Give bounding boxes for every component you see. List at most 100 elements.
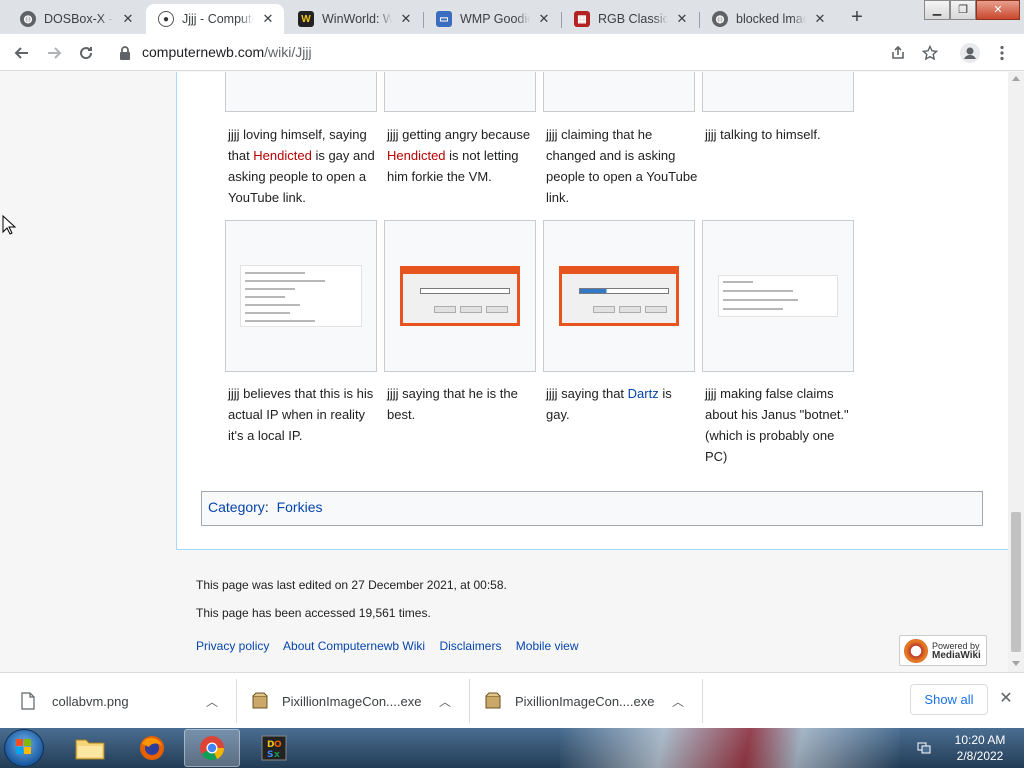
- scrollbar-thumb[interactable]: [1011, 512, 1021, 652]
- close-icon[interactable]: ✕: [120, 11, 136, 27]
- taskbar-dosbox[interactable]: DOSx: [246, 729, 302, 767]
- privacy-policy-link[interactable]: Privacy policy: [196, 639, 269, 653]
- chevron-up-icon[interactable]: ︿: [205, 693, 219, 709]
- maximize-button[interactable]: ❐: [950, 0, 976, 20]
- tab-title: DOSBox-X - A: [44, 12, 114, 26]
- footer-links: Privacy policy About Computernewb Wiki D…: [196, 639, 590, 653]
- taskbar-chrome[interactable]: [184, 729, 240, 767]
- dartz-link[interactable]: Dartz: [628, 386, 659, 401]
- download-filename: PixillionImageCon....exe: [282, 693, 422, 709]
- close-icon[interactable]: ✕: [536, 11, 552, 27]
- close-icon[interactable]: ✕: [812, 11, 828, 27]
- close-icon[interactable]: ✕: [398, 11, 414, 27]
- gallery-thumb-box[interactable]: [225, 220, 377, 372]
- start-button[interactable]: [4, 729, 44, 767]
- gallery-thumb-box[interactable]: [543, 220, 695, 372]
- network-icon[interactable]: [916, 740, 932, 756]
- scroll-up-arrow-icon[interactable]: [1012, 76, 1020, 81]
- taskbar-firefox[interactable]: [124, 729, 180, 767]
- bookmark-button[interactable]: [916, 39, 944, 67]
- gallery-caption: jjjj saying that he is the best.: [387, 386, 518, 422]
- download-item[interactable]: collabvm.png ︿: [20, 673, 230, 729]
- mouse-cursor-icon: [2, 215, 16, 235]
- close-icon[interactable]: ✕: [260, 11, 276, 27]
- gallery-thumb-box[interactable]: [702, 220, 854, 372]
- forward-button[interactable]: [40, 39, 68, 67]
- gallery-thumb-box[interactable]: [702, 72, 854, 112]
- close-download-bar-icon[interactable]: ✕: [996, 689, 1016, 709]
- category-forkies-link[interactable]: Forkies: [277, 499, 323, 515]
- download-item[interactable]: PixillionImageCon....exe ︿: [485, 673, 695, 729]
- show-all-downloads-button[interactable]: Show all: [910, 684, 988, 715]
- category-colon: :: [264, 499, 273, 515]
- gallery-caption: jjjj saying that Dartz is gay.: [546, 386, 672, 422]
- powered-by-mediawiki-badge[interactable]: Powered by MediaWiki: [899, 635, 987, 666]
- clock-date: 2/8/2022: [956, 749, 1004, 763]
- disclaimers-link[interactable]: Disclaimers: [439, 639, 501, 653]
- category-box: Category: Forkies: [201, 491, 983, 526]
- url-path: /wiki/Jjjj: [264, 44, 312, 60]
- category-label-link[interactable]: Category: [208, 499, 265, 515]
- winworld-icon: W: [298, 11, 314, 27]
- tab-strip: ◍ DOSBox-X - A ✕ ● Jjjj - Compute ✕ W Wi…: [0, 0, 1024, 34]
- tab-jjjj[interactable]: ● Jjjj - Compute ✕: [146, 4, 284, 34]
- tab-title: WMP Goodies: [460, 12, 530, 26]
- chat-screenshot-thumbnail: [240, 265, 362, 327]
- content-area: jjjj loving himself, saying that Hendict…: [176, 72, 1008, 550]
- tab-winworld[interactable]: W WinWorld: Wi ✕: [286, 4, 422, 34]
- hendicted-link[interactable]: Hendicted: [387, 148, 446, 163]
- tab-rgb[interactable]: ▦ RGB Classic G ✕: [562, 4, 698, 34]
- lock-icon[interactable]: [118, 45, 132, 61]
- gallery-thumb-box[interactable]: [543, 72, 695, 112]
- gallery-thumb-box[interactable]: [384, 220, 536, 372]
- tab-dosbox[interactable]: ◍ DOSBox-X - A ✕: [8, 4, 144, 34]
- gallery-thumb-box[interactable]: [225, 72, 377, 112]
- address-bar[interactable]: computernewb.com/wiki/Jjjj: [142, 44, 312, 60]
- clock-time: 10:20 AM: [954, 733, 1006, 747]
- tab-blocked[interactable]: ◍ blocked lmao ✕: [700, 4, 836, 34]
- avatar-icon: [960, 43, 980, 63]
- close-icon[interactable]: ✕: [674, 11, 690, 27]
- url-domain: computernewb.com: [142, 44, 265, 60]
- wiki-icon: ●: [158, 11, 174, 27]
- rgb-icon: ▦: [574, 11, 590, 27]
- scroll-down-arrow-icon[interactable]: [1012, 661, 1020, 666]
- installer-icon: [252, 692, 268, 709]
- profile-button[interactable]: [956, 39, 984, 67]
- kebab-menu-icon: [1000, 45, 1004, 61]
- menu-button[interactable]: [988, 39, 1016, 67]
- tab-title: blocked lmao: [736, 12, 806, 26]
- back-button[interactable]: [8, 39, 36, 67]
- gallery-caption: jjjj believes that this is his actual IP…: [228, 386, 374, 443]
- tab-title: WinWorld: Wi: [322, 12, 392, 26]
- window-close-button[interactable]: ✕: [976, 0, 1020, 20]
- download-separator: [702, 679, 703, 723]
- chevron-up-icon[interactable]: ︿: [671, 693, 685, 709]
- powered-line1: Powered by: [932, 640, 980, 651]
- back-arrow-icon: [14, 47, 28, 59]
- tab-wmp[interactable]: ▭ WMP Goodies ✕: [424, 4, 560, 34]
- file-icon: [21, 692, 35, 710]
- mobile-view-link[interactable]: Mobile view: [516, 639, 579, 653]
- vertical-scrollbar[interactable]: [1008, 72, 1024, 672]
- system-clock[interactable]: 10:20 AM 2/8/2022: [940, 732, 1020, 764]
- windows-taskbar: DOSx 10:20 AM 2/8/2022: [0, 728, 1024, 768]
- about-link[interactable]: About Computernewb Wiki: [283, 639, 425, 653]
- taskbar-explorer[interactable]: [62, 729, 118, 767]
- share-button[interactable]: [884, 39, 912, 67]
- svg-text:S: S: [267, 750, 273, 760]
- globe-icon: ◍: [712, 11, 728, 27]
- download-item[interactable]: PixillionImageCon....exe ︿: [252, 673, 462, 729]
- wallpaper-fragment: [560, 728, 900, 768]
- chevron-up-icon[interactable]: ︿: [438, 693, 452, 709]
- gallery-caption: jjjj making false claims about his Janus…: [705, 386, 849, 464]
- footer-last-edited: This page was last edited on 27 December…: [196, 578, 507, 592]
- reload-button[interactable]: [72, 39, 100, 67]
- hendicted-link[interactable]: Hendicted: [253, 148, 312, 163]
- run-dialog-thumbnail: [559, 266, 679, 326]
- gallery-thumb-box[interactable]: [384, 72, 536, 112]
- tab-title: RGB Classic G: [598, 12, 668, 26]
- folder-icon: [75, 739, 105, 760]
- new-tab-button[interactable]: +: [845, 6, 869, 30]
- minimize-button[interactable]: ▁: [924, 0, 950, 20]
